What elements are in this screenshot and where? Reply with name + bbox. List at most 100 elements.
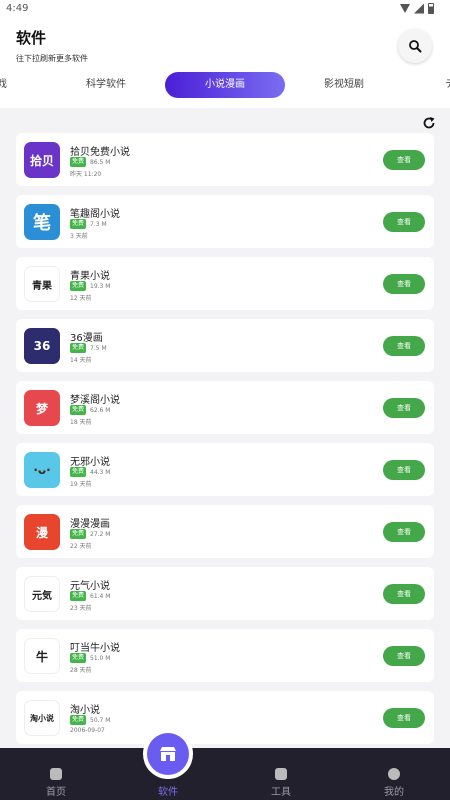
app-card[interactable]: 漫 漫漫漫画 免费 27.2 M 22 天前 查看 xyxy=(16,505,434,558)
view-button[interactable]: 查看 xyxy=(383,584,425,604)
nav-software-label: 软件 xyxy=(158,787,178,798)
free-badge: 免费 xyxy=(70,467,87,477)
store-icon xyxy=(160,747,176,761)
app-size: 51.0 M xyxy=(90,654,111,662)
app-name: 叮当牛小说 xyxy=(70,643,120,654)
free-badge: 免费 xyxy=(70,281,87,291)
free-badge: 免费 xyxy=(70,529,87,539)
app-card[interactable]: 元気 元气小说 免费 61.4 M 23 天前 查看 xyxy=(16,567,434,620)
app-size: 44.3 M xyxy=(90,468,111,476)
bottom-nav: 首页 软件 工具 我的 xyxy=(0,748,450,800)
free-badge: 免费 xyxy=(70,405,87,415)
free-badge: 免费 xyxy=(70,715,87,725)
app-name: 无邪小说 xyxy=(70,457,110,468)
app-updated: 2006-09-07 xyxy=(70,727,105,734)
app-updated: 3 天前 xyxy=(70,233,88,240)
app-name: 梦溪阁小说 xyxy=(70,395,120,406)
app-updated: 14 天前 xyxy=(70,357,92,364)
app-size: 19.3 M xyxy=(90,282,111,290)
view-button[interactable]: 查看 xyxy=(383,212,425,232)
app-list: 拾贝 拾贝免费小说 免费 86.5 M 昨天 11:20 查看 笔 笔趣阁小说 … xyxy=(16,133,434,745)
app-meta: 免费 61.4 M xyxy=(70,591,110,601)
view-button[interactable]: 查看 xyxy=(383,398,425,418)
app-meta: 免费 7.5 M xyxy=(70,343,107,353)
tab-next[interactable]: デ xyxy=(440,72,450,98)
view-button[interactable]: 查看 xyxy=(383,336,425,356)
free-badge: 免费 xyxy=(70,157,87,167)
nav-home[interactable]: 首页 xyxy=(0,748,112,800)
view-button[interactable]: 查看 xyxy=(383,522,425,542)
app-card[interactable]: 淘小说 淘小说 免费 50.7 M 2006-09-07 查看 xyxy=(16,691,434,744)
nav-mine-label: 我的 xyxy=(384,787,404,798)
app-card[interactable]: ·ᴗ· 无邪小说 免费 44.3 M 19 天前 查看 xyxy=(16,443,434,496)
app-name: 漫漫漫画 xyxy=(70,519,110,530)
top-panel: 4:49 软件 往下拉刷新更多软件 戏 科学软件 小说漫画 影视短剧 デ xyxy=(0,0,450,108)
app-size: 7.5 M xyxy=(90,344,107,352)
page-subtitle: 往下拉刷新更多软件 xyxy=(16,54,88,63)
battery-icon xyxy=(428,3,434,14)
wuxie-icon: ·ᴗ· xyxy=(24,452,60,488)
tab-novel-comic[interactable]: 小说漫画 xyxy=(165,72,285,98)
qingguo-icon: 青果 xyxy=(24,266,60,302)
app-name: 元气小说 xyxy=(70,581,110,592)
app-updated: 18 天前 xyxy=(70,419,92,426)
status-icons xyxy=(400,3,434,14)
app-name: 拾贝免费小说 xyxy=(70,147,130,158)
view-button[interactable]: 查看 xyxy=(383,646,425,666)
app-size: 27.2 M xyxy=(90,530,111,538)
page-title: 软件 xyxy=(16,29,47,47)
store-fab-button[interactable] xyxy=(147,733,189,775)
app-updated: 22 天前 xyxy=(70,543,92,550)
view-button[interactable]: 查看 xyxy=(383,150,425,170)
dingdangniu-icon: 牛 xyxy=(24,638,60,674)
app-size: 62.6 M xyxy=(90,406,111,414)
view-button[interactable]: 查看 xyxy=(383,274,425,294)
app-name: 淘小说 xyxy=(70,705,100,716)
mengxige-icon: 梦 xyxy=(24,390,60,426)
nav-tools[interactable]: 工具 xyxy=(225,748,337,800)
free-badge: 免费 xyxy=(70,591,87,601)
yuanqi-icon: 元気 xyxy=(24,576,60,612)
tab-science-software[interactable]: 科学软件 xyxy=(64,72,148,98)
app-size: 7.3 M xyxy=(90,220,107,228)
app-meta: 免费 86.5 M xyxy=(70,157,110,167)
nav-mine[interactable]: 我的 xyxy=(338,748,450,800)
app-card[interactable]: 36 36漫画 免费 7.5 M 14 天前 查看 xyxy=(16,319,434,372)
app-meta: 免费 7.3 M xyxy=(70,219,107,229)
status-bar: 4:49 xyxy=(0,0,450,20)
tab-game[interactable]: 戏 xyxy=(0,72,12,98)
search-button[interactable] xyxy=(398,29,432,63)
app-card[interactable]: 青果 青果小说 免费 19.3 M 12 天前 查看 xyxy=(16,257,434,310)
refresh-icon[interactable] xyxy=(422,116,436,130)
app-meta: 免费 51.0 M xyxy=(70,653,110,663)
app-updated: 19 天前 xyxy=(70,481,92,488)
user-icon xyxy=(388,768,400,780)
app-size: 61.4 M xyxy=(90,592,111,600)
app-card[interactable]: 拾贝 拾贝免费小说 免费 86.5 M 昨天 11:20 查看 xyxy=(16,133,434,186)
view-button[interactable]: 查看 xyxy=(383,708,425,728)
app-card[interactable]: 牛 叮当牛小说 免费 51.0 M 28 天前 查看 xyxy=(16,629,434,682)
taoxiaoshuo-icon: 淘小说 xyxy=(24,700,60,736)
search-icon xyxy=(409,40,422,53)
manhua36-icon: 36 xyxy=(24,328,60,364)
status-time: 4:49 xyxy=(6,3,29,14)
nav-tools-label: 工具 xyxy=(271,787,291,798)
view-button[interactable]: 查看 xyxy=(383,460,425,480)
app-updated: 28 天前 xyxy=(70,667,92,674)
app-name: 笔趣阁小说 xyxy=(70,209,120,220)
biquge-icon: 笔 xyxy=(24,204,60,240)
tab-video-drama[interactable]: 影视短剧 xyxy=(302,72,386,98)
home-icon xyxy=(50,768,62,780)
app-name: 36漫画 xyxy=(70,333,103,344)
nav-home-label: 首页 xyxy=(46,787,66,798)
free-badge: 免费 xyxy=(70,653,87,663)
app-name: 青果小说 xyxy=(70,271,110,282)
category-tabs: 戏 科学软件 小说漫画 影视短剧 デ xyxy=(0,70,450,100)
app-card[interactable]: 笔 笔趣阁小说 免费 7.3 M 3 天前 查看 xyxy=(16,195,434,248)
manman-icon: 漫 xyxy=(24,514,60,550)
app-card[interactable]: 梦 梦溪阁小说 免费 62.6 M 18 天前 查看 xyxy=(16,381,434,434)
free-badge: 免费 xyxy=(70,343,87,353)
app-updated: 12 天前 xyxy=(70,295,92,302)
app-meta: 免费 27.2 M xyxy=(70,529,110,539)
app-meta: 免费 62.6 M xyxy=(70,405,110,415)
